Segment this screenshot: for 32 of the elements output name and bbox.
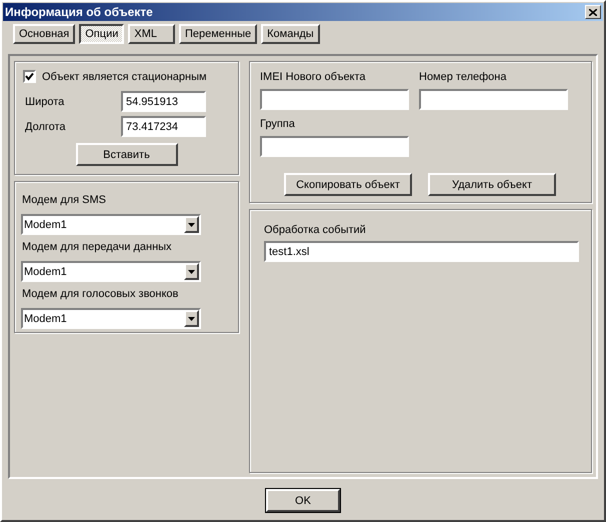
dropdown[interactable]: Modem1: [21, 261, 201, 282]
input-field[interactable]: 54.951913: [121, 91, 206, 112]
field-label: Группа: [260, 118, 296, 130]
tab[interactable]: Опции: [79, 24, 124, 44]
input-field[interactable]: [260, 89, 409, 110]
input-field[interactable]: [419, 89, 568, 110]
field-label: Обработка событий: [264, 224, 367, 236]
tab[interactable]: Команды: [261, 24, 320, 44]
action-button[interactable]: Удалить объект: [428, 173, 556, 196]
field-label: Номер телефона: [419, 71, 508, 83]
input-field[interactable]: 73.417234: [121, 116, 206, 137]
close-button[interactable]: [585, 5, 601, 19]
input-field[interactable]: test1.xsl: [264, 241, 579, 262]
insert-button[interactable]: Вставить: [76, 143, 178, 166]
field-label: IMEI Нового объекта: [260, 71, 367, 83]
ok-button[interactable]: OK: [266, 489, 340, 512]
window-title: Информация об объекте: [5, 5, 153, 19]
field-label: Широта: [24, 96, 66, 108]
close-icon: [589, 8, 597, 16]
input-field[interactable]: [260, 136, 409, 157]
field-label: Долгота: [24, 120, 67, 132]
dropdown[interactable]: Modem1: [21, 308, 201, 329]
field-label: Модем для SMS: [22, 194, 108, 206]
dropdown[interactable]: Modem1: [21, 214, 201, 235]
action-button[interactable]: Скопировать объект: [284, 173, 412, 196]
checkbox-label: Объект является стационарным: [42, 70, 207, 82]
stationary-checkbox[interactable]: [23, 70, 36, 83]
tab[interactable]: XML: [128, 24, 175, 44]
field-label: Модем для передачи данных: [22, 241, 173, 253]
field-label: Модем для голосовых звонков: [22, 288, 180, 300]
tab[interactable]: Переменные: [178, 24, 258, 44]
tab[interactable]: Основная: [13, 24, 76, 44]
